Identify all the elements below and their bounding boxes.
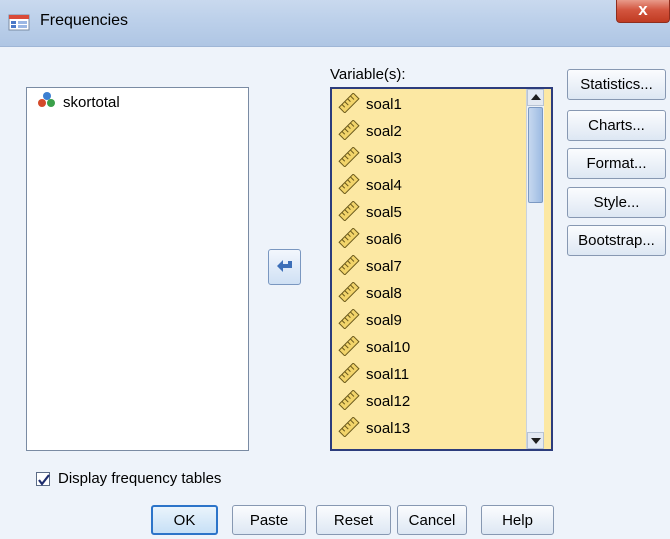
variable-item-soal2[interactable]: soal2 xyxy=(338,118,402,145)
scale-ruler-icon xyxy=(338,172,360,198)
ok-button-label: OK xyxy=(173,511,196,529)
variable-item-label: soal2 xyxy=(366,123,402,140)
statistics-button[interactable]: Statistics... xyxy=(567,69,666,100)
variable-item-soal4[interactable]: soal4 xyxy=(338,172,402,199)
display-frequency-tables-checkbox[interactable] xyxy=(36,471,50,486)
scale-ruler-icon xyxy=(338,280,360,306)
nominal-variable-icon xyxy=(37,91,57,113)
scale-ruler-icon xyxy=(338,388,360,414)
variable-item-soal9[interactable]: soal9 xyxy=(338,307,402,334)
variable-item-label: soal11 xyxy=(366,366,410,383)
format-button-label: Format... xyxy=(586,155,647,172)
variable-item-label: soal12 xyxy=(366,393,411,410)
variable-item-soal3[interactable]: soal3 xyxy=(338,145,402,172)
bootstrap-button[interactable]: Bootstrap... xyxy=(567,225,666,256)
style-button-label: Style... xyxy=(593,194,640,211)
scale-ruler-icon xyxy=(338,91,360,117)
variable-item-label: soal6 xyxy=(366,231,402,248)
paste-button-label: Paste xyxy=(249,511,289,529)
scale-ruler-icon xyxy=(338,253,360,279)
paste-button[interactable]: Paste xyxy=(232,505,306,535)
scroll-up-button[interactable] xyxy=(527,89,544,106)
variable-item-label: soal10 xyxy=(366,339,411,356)
reset-button[interactable]: Reset xyxy=(316,505,391,535)
variable-item-soal1[interactable]: soal1 xyxy=(338,91,402,118)
checkmark-icon xyxy=(38,473,50,486)
window-title: Frequencies xyxy=(40,12,129,29)
arrow-left-icon xyxy=(277,260,292,272)
scale-ruler-icon xyxy=(338,307,360,333)
ok-button[interactable]: OK xyxy=(151,505,218,535)
list-item[interactable]: skortotal xyxy=(37,92,120,112)
variable-item-soal10[interactable]: soal10 xyxy=(338,334,410,361)
move-variable-button[interactable] xyxy=(268,249,301,285)
title-bar: Frequencies x xyxy=(0,0,670,47)
close-button[interactable]: x xyxy=(616,0,670,23)
scroll-thumb[interactable] xyxy=(528,107,543,203)
bootstrap-button-label: Bootstrap... xyxy=(578,232,655,249)
scale-ruler-icon xyxy=(338,415,360,441)
scale-ruler-icon xyxy=(338,199,360,225)
help-button-label: Help xyxy=(502,511,533,529)
style-button[interactable]: Style... xyxy=(567,187,666,218)
source-variable-list[interactable]: skortotal xyxy=(26,87,249,451)
variable-item-soal8[interactable]: soal8 xyxy=(338,280,402,307)
reset-button-label: Reset xyxy=(333,511,374,529)
variable-item-soal6[interactable]: soal6 xyxy=(338,226,402,253)
scroll-down-button[interactable] xyxy=(527,432,544,449)
display-frequency-tables-label: Display frequency tables xyxy=(58,470,222,487)
cancel-button[interactable]: Cancel xyxy=(397,505,467,535)
variable-item-soal11[interactable]: soal11 xyxy=(338,361,409,388)
scale-ruler-icon xyxy=(338,334,360,360)
variable-item-soal13[interactable]: soal13 xyxy=(338,415,410,442)
scale-ruler-icon xyxy=(338,145,360,171)
variable-item-label: soal13 xyxy=(366,420,411,437)
variable-item-label: soal7 xyxy=(366,258,402,275)
variable-item-label: soal8 xyxy=(366,285,402,302)
help-button[interactable]: Help xyxy=(481,505,554,535)
display-frequency-tables-option[interactable]: Display frequency tables xyxy=(36,470,221,487)
variables-scrollbar[interactable] xyxy=(526,89,544,449)
charts-button-label: Charts... xyxy=(588,117,645,134)
format-button[interactable]: Format... xyxy=(567,148,666,179)
variable-item-label: soal1 xyxy=(366,96,402,113)
close-icon: x xyxy=(638,0,648,19)
scale-ruler-icon xyxy=(338,226,360,252)
frequencies-app-icon xyxy=(8,11,30,31)
variable-item-label: soal5 xyxy=(366,204,402,221)
variable-item-label: soal3 xyxy=(366,150,402,167)
variable-item-label: soal9 xyxy=(366,312,402,329)
variables-label-text: Variable(s): xyxy=(330,66,406,83)
variable-item-soal5[interactable]: soal5 xyxy=(338,199,402,226)
scale-ruler-icon xyxy=(338,361,360,387)
list-item-label: skortotal xyxy=(63,93,120,111)
charts-button[interactable]: Charts... xyxy=(567,110,666,141)
variables-label: Variable(s): xyxy=(330,66,406,83)
scale-ruler-icon xyxy=(338,118,360,144)
variable-item-soal7[interactable]: soal7 xyxy=(338,253,402,280)
cancel-button-label: Cancel xyxy=(408,511,456,529)
statistics-button-label: Statistics... xyxy=(580,76,653,93)
variable-item-soal12[interactable]: soal12 xyxy=(338,388,410,415)
selected-variables-list[interactable]: soal1 soal2 soal3 soal4 soal5 soal6 soal7 soal8… xyxy=(330,87,553,451)
variable-item-label: soal4 xyxy=(366,177,402,194)
